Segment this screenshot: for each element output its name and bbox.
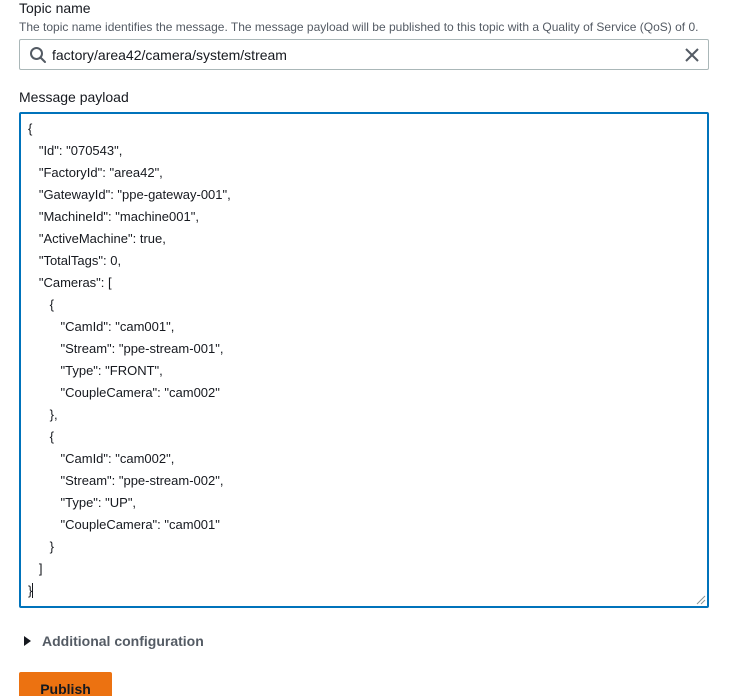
payload-line: {	[28, 121, 33, 136]
payload-line: },	[28, 407, 58, 422]
payload-line: {	[28, 429, 55, 444]
search-icon	[30, 47, 46, 63]
message-payload-editor[interactable]: { "Id": "070543", "FactoryId": "area42",…	[19, 112, 709, 608]
payload-line: "Stream": "ppe-stream-001",	[28, 341, 224, 356]
topic-name-input[interactable]	[52, 40, 672, 69]
payload-line: "Stream": "ppe-stream-002",	[28, 473, 224, 488]
payload-line: "CamId": "cam001",	[28, 319, 175, 334]
text-caret	[32, 583, 34, 598]
payload-line: "ActiveMachine": true,	[28, 231, 166, 246]
topic-name-description: The topic name identifies the message. T…	[19, 20, 699, 34]
close-icon[interactable]	[683, 46, 701, 64]
payload-line: }	[28, 539, 55, 554]
resize-handle-icon[interactable]	[695, 594, 706, 605]
message-payload-label: Message payload	[19, 89, 129, 105]
payload-line: ]	[28, 561, 43, 576]
publish-button[interactable]: Publish	[19, 672, 112, 696]
payload-line: "FactoryId": "area42",	[28, 165, 163, 180]
topic-name-label: Topic name	[19, 0, 91, 16]
payload-line: "CamId": "cam002",	[28, 451, 175, 466]
payload-line: "CoupleCamera": "cam001"	[28, 517, 220, 532]
payload-line: "MachineId": "machine001",	[28, 209, 199, 224]
payload-line-last: }	[28, 580, 707, 602]
topic-name-field[interactable]	[19, 39, 709, 70]
payload-line: "Id": "070543",	[28, 143, 123, 158]
payload-line: "TotalTags": 0,	[28, 253, 122, 268]
payload-line: "Cameras": [	[28, 275, 112, 290]
payload-line: "Type": "UP",	[28, 495, 137, 510]
payload-line: "Type": "FRONT",	[28, 363, 163, 378]
caret-right-icon	[24, 636, 31, 646]
payload-line: {	[28, 297, 55, 312]
payload-line: "CoupleCamera": "cam002"	[28, 385, 220, 400]
payload-line: "GatewayId": "ppe-gateway-001",	[28, 187, 231, 202]
additional-configuration-label: Additional configuration	[42, 633, 204, 649]
additional-configuration-toggle[interactable]: Additional configuration	[24, 633, 204, 649]
payload-text[interactable]: { "Id": "070543", "FactoryId": "area42",…	[28, 118, 707, 606]
